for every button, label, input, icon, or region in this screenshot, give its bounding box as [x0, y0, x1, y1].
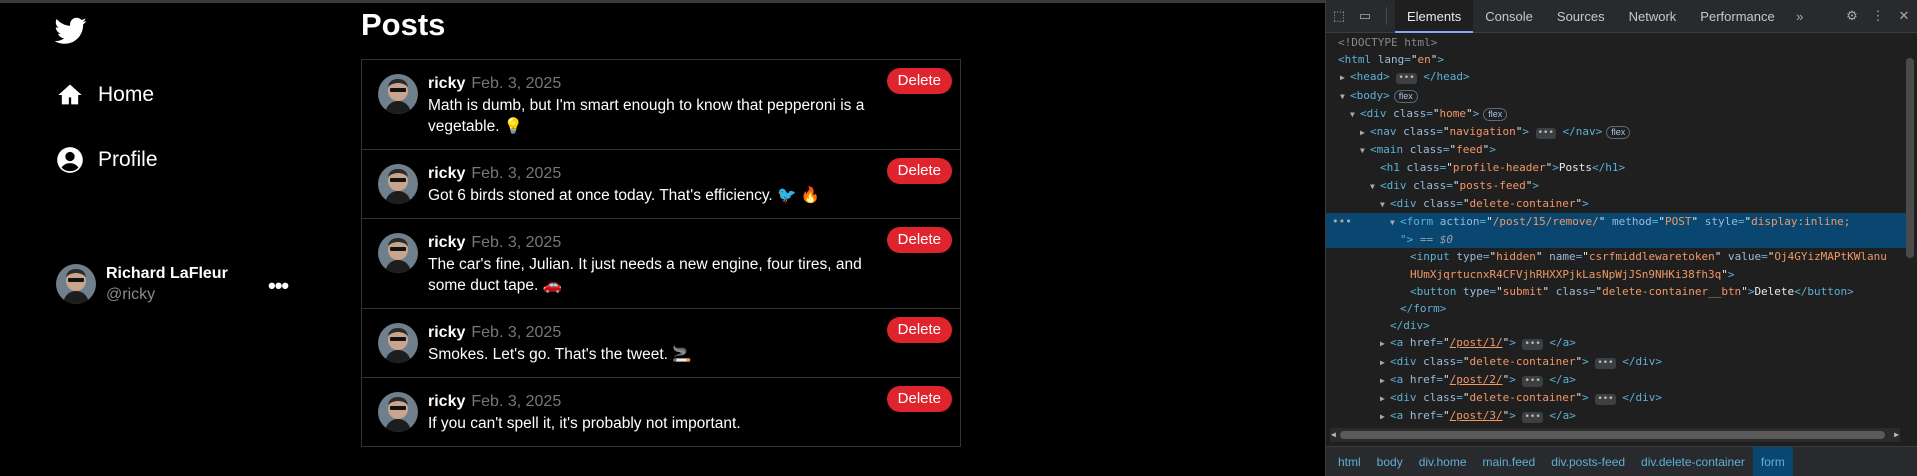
toolbar-divider	[1386, 7, 1387, 25]
dom-link-2[interactable]: ▶ <a href="/post/2/"> ••• </a>	[1326, 371, 1906, 389]
delete-button[interactable]: Delete	[886, 317, 952, 343]
dom-nav[interactable]: ▶ <nav class="navigation"> ••• </nav> flex	[1326, 123, 1906, 141]
dom-posts-feed[interactable]: ▼ <div class="posts-feed">	[1326, 177, 1906, 195]
avatar	[378, 233, 418, 273]
nav-home[interactable]: Home	[56, 81, 154, 109]
dom-delete-container[interactable]: ▼ <div class="delete-container">	[1326, 195, 1906, 213]
delete-button[interactable]: Delete	[886, 158, 952, 184]
vertical-scrollbar-thumb[interactable]	[1906, 58, 1914, 258]
post-item[interactable]: ricky Feb. 3, 2025 If you can't spell it, …	[362, 378, 960, 446]
dom-input-csrf-cont[interactable]: HUmXjqrtucnxR4CFVjhRHXXPjkLasNpWjJSn9NHK…	[1326, 266, 1906, 283]
post-text: Math is dumb, but I'm smart enough to kn…	[428, 97, 865, 135]
delete-button[interactable]: Delete	[886, 386, 952, 412]
nav-profile-label: Profile	[98, 148, 158, 171]
post-text: If you can't spell it, it's probably not…	[428, 415, 741, 432]
dom-link-3[interactable]: ▶ <a href="/post/3/"> ••• </a>	[1326, 407, 1906, 424]
account-name: Richard LaFleur	[106, 264, 228, 282]
scroll-right-icon[interactable]: ▶	[1894, 428, 1899, 442]
post-item[interactable]: ricky Feb. 3, 2025 Got 6 birds stoned at o…	[362, 150, 960, 219]
home-icon	[58, 84, 82, 105]
avatar	[378, 164, 418, 204]
tab-elements[interactable]: Elements	[1395, 0, 1474, 33]
dom-delete-container-3[interactable]: ▶ <div class="delete-container"> ••• </di…	[1326, 389, 1906, 407]
dom-head[interactable]: ▶ <head> ••• </head>	[1326, 68, 1906, 86]
dom-doctype[interactable]: <!DOCTYPE html>	[1326, 34, 1906, 51]
post-date: Feb. 3, 2025	[471, 75, 562, 92]
dom-main[interactable]: ▼ <main class="feed">	[1326, 141, 1906, 159]
avatar	[378, 74, 418, 114]
dom-form-close[interactable]: </form>	[1326, 300, 1906, 317]
tab-performance[interactable]: Performance	[1688, 0, 1786, 33]
crumb-html[interactable]: html	[1330, 447, 1369, 476]
tab-network[interactable]: Network	[1617, 0, 1689, 33]
post-text: The car's fine, Julian. It just needs a …	[428, 256, 862, 294]
settings-gear-icon[interactable]: ⚙	[1839, 8, 1865, 24]
post-text: Got 6 birds stoned at once today. That's…	[428, 187, 820, 204]
dom-delete-container-2[interactable]: ▶ <div class="delete-container"> ••• </di…	[1326, 353, 1906, 371]
post-date: Feb. 3, 2025	[471, 165, 562, 182]
delete-button[interactable]: Delete	[886, 227, 952, 253]
avatar	[378, 392, 418, 432]
avatar	[56, 264, 96, 304]
post-username: ricky	[428, 234, 466, 251]
crumb-div-posts-feed[interactable]: div.posts-feed	[1543, 447, 1633, 476]
post-date: Feb. 3, 2025	[471, 393, 562, 410]
post-username: ricky	[428, 75, 466, 92]
dom-input-csrf[interactable]: <input type="hidden" name="csrfmiddlewar…	[1326, 248, 1906, 265]
scroll-left-icon[interactable]: ◀	[1331, 428, 1336, 442]
devtools-panel: ⬚ ▭ Elements Console Sources Network Per…	[1325, 0, 1917, 476]
more-tabs-icon[interactable]: »	[1787, 9, 1813, 24]
crumb-form[interactable]: form	[1752, 446, 1793, 476]
post-date: Feb. 3, 2025	[471, 234, 562, 251]
crumb-main-feed[interactable]: main.feed	[1475, 447, 1544, 476]
horizontal-scrollbar[interactable]: ◀ ▶	[1330, 428, 1900, 442]
account-handle: @ricky	[106, 285, 156, 303]
dom-body[interactable]: ▼ <body> flex	[1326, 87, 1906, 105]
dom-div-close[interactable]: </div>	[1326, 317, 1906, 334]
crumb-div-home[interactable]: div.home	[1411, 447, 1475, 476]
crumb-div-delete-container[interactable]: div.delete-container	[1633, 447, 1753, 476]
account-card[interactable]: Richard LaFleur @ricky	[56, 264, 228, 304]
avatar	[378, 323, 418, 363]
close-icon[interactable]: ✕	[1891, 8, 1917, 24]
app-viewport: Home Profile Richard LaFleur @ricky ••• …	[0, 0, 1325, 476]
more-options-icon[interactable]: •••	[268, 273, 289, 299]
post-text: Smokes. Let's go. That's the tweet. 🚬	[428, 346, 692, 363]
nav-home-label: Home	[98, 83, 155, 106]
crumb-body[interactable]: body	[1369, 447, 1411, 476]
profile-icon	[57, 147, 83, 173]
post-username: ricky	[428, 165, 466, 182]
delete-button[interactable]: Delete	[886, 68, 952, 94]
tab-sources[interactable]: Sources	[1545, 0, 1617, 33]
dom-form-selected-cont[interactable]: "> == $0	[1326, 231, 1906, 249]
post-username: ricky	[428, 393, 466, 410]
dom-html[interactable]: <html lang="en">	[1326, 51, 1906, 68]
post-username: ricky	[428, 324, 466, 341]
twitter-bird-icon[interactable]	[55, 17, 87, 45]
device-toolbar-icon[interactable]: ▭	[1352, 8, 1378, 24]
dom-tree[interactable]: <!DOCTYPE html> <html lang="en"> ▶ <head>…	[1326, 34, 1906, 424]
post-date: Feb. 3, 2025	[471, 324, 562, 341]
dom-breadcrumb: html body div.home main.feed div.posts-f…	[1326, 446, 1917, 476]
page-title: Posts	[361, 7, 446, 42]
devtools-toolbar: ⬚ ▭ Elements Console Sources Network Per…	[1326, 0, 1917, 33]
vertical-scrollbar[interactable]	[1906, 34, 1914, 424]
post-item[interactable]: ricky Feb. 3, 2025 Smokes. Let's go. That'…	[362, 309, 960, 378]
inspect-element-icon[interactable]: ⬚	[1326, 8, 1352, 24]
tab-console[interactable]: Console	[1473, 0, 1545, 33]
posts-feed: ricky Feb. 3, 2025 Math is dumb, but I'm s…	[361, 59, 961, 447]
post-item[interactable]: ricky Feb. 3, 2025 The car's fine, Julian.…	[362, 219, 960, 309]
dom-h1[interactable]: <h1 class="profile-header">Posts</h1>	[1326, 159, 1906, 176]
post-item[interactable]: ricky Feb. 3, 2025 Math is dumb, but I'm s…	[362, 60, 960, 150]
kebab-menu-icon[interactable]: ⋮	[1865, 8, 1891, 24]
nav-profile[interactable]: Profile	[56, 146, 158, 174]
dom-form-selected[interactable]: ••• ▼ <form action="/post/15/remove/" meth…	[1326, 213, 1906, 232]
dom-div-home[interactable]: ▼ <div class="home"> flex	[1326, 105, 1906, 123]
dom-link-1[interactable]: ▶ <a href="/post/1/"> ••• </a>	[1326, 334, 1906, 352]
horizontal-scrollbar-thumb[interactable]	[1340, 431, 1885, 439]
dom-button[interactable]: <button type="submit" class="delete-cont…	[1326, 283, 1906, 300]
